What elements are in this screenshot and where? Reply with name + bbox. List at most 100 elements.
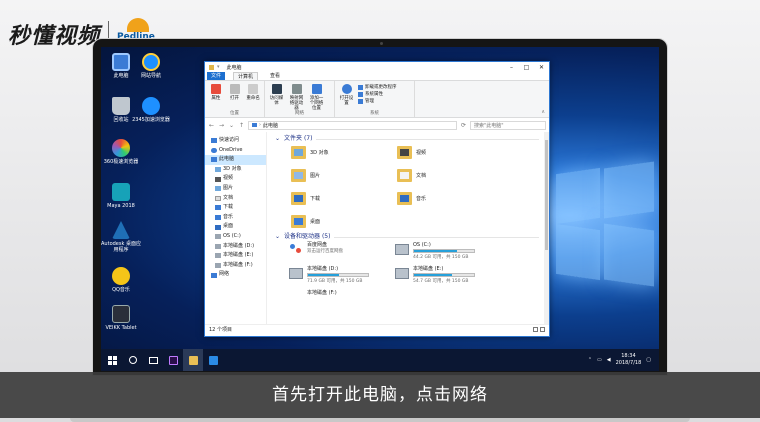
details-view-icon[interactable] bbox=[533, 327, 538, 332]
vertical-scrollbar[interactable] bbox=[544, 132, 549, 324]
drive-f[interactable]: 本地磁盘 (F:) bbox=[289, 290, 395, 310]
item-count: 12 个项目 bbox=[209, 327, 232, 333]
desktop-icon-qq-music[interactable]: QQ音乐 bbox=[101, 267, 141, 293]
chevron-up-icon[interactable]: ⌃ bbox=[588, 357, 592, 363]
tab-computer[interactable]: 计算机 bbox=[233, 72, 259, 80]
nav-item-drive-c[interactable]: OS (C:) bbox=[205, 232, 266, 242]
document-icon bbox=[397, 169, 412, 182]
cloud-icon bbox=[211, 147, 217, 153]
desktop-icon-maya[interactable]: Maya 2018 bbox=[101, 183, 141, 209]
taskbar-app-explorer[interactable] bbox=[183, 349, 203, 371]
collapse-ribbon-icon[interactable]: ∧ bbox=[541, 109, 545, 115]
ribbon-group-name: 系统 bbox=[370, 111, 379, 116]
maximize-button[interactable]: □ bbox=[519, 64, 534, 71]
start-button[interactable] bbox=[101, 349, 123, 371]
drive-free-space: 71.9 GB 可用，共 150 GB bbox=[307, 279, 363, 284]
desktop-icon-veikk[interactable]: VEIKK Tablet bbox=[101, 305, 141, 331]
cloud-icon bbox=[289, 244, 303, 254]
desktop-icon-site-nav[interactable]: 网站导航 bbox=[131, 53, 171, 79]
clock[interactable]: 18:34 2018/7/18 bbox=[616, 353, 642, 367]
close-button[interactable]: ✕ bbox=[534, 64, 549, 71]
folder-music[interactable]: 音乐 bbox=[397, 190, 503, 207]
folder-videos[interactable]: 视频 bbox=[397, 144, 503, 161]
search-button[interactable] bbox=[123, 349, 143, 371]
drive-usage-fill bbox=[414, 274, 453, 276]
folder-pictures[interactable]: 图片 bbox=[291, 167, 397, 184]
uninstall-program-link[interactable]: 卸载或更改程序 bbox=[358, 84, 397, 91]
network-drive-icon bbox=[291, 84, 302, 94]
tab-file[interactable]: 文件 bbox=[207, 72, 226, 80]
button-label: 映射网络驱动器 bbox=[289, 96, 304, 111]
drive-d[interactable]: 本地磁盘 (D:) 71.9 GB 可用，共 150 GB bbox=[289, 266, 395, 286]
nav-item-drive-e[interactable]: 本地磁盘 (E:) bbox=[205, 251, 266, 261]
nav-item-drive-d[interactable]: 本地磁盘 (D:) bbox=[205, 242, 266, 252]
folder-label: 3D 对象 bbox=[310, 150, 329, 156]
desktop-icon-label: Autodesk 桌面应用程序 bbox=[101, 241, 141, 253]
cube-icon bbox=[215, 167, 221, 173]
star-icon bbox=[211, 138, 217, 144]
drive-e[interactable]: 本地磁盘 (E:) 54.7 GB 可用，共 150 GB bbox=[395, 266, 501, 286]
address-field[interactable]: › 此电脑 bbox=[248, 120, 457, 130]
uninstall-icon bbox=[358, 85, 363, 90]
network-icon[interactable]: ▭ bbox=[597, 357, 602, 363]
group-header-folders[interactable]: ⌄ 文件夹 (7) bbox=[275, 134, 549, 144]
desktop-icon-autodesk[interactable]: Autodesk 桌面应用程序 bbox=[101, 221, 141, 253]
nav-item-videos[interactable]: 视频 bbox=[205, 174, 266, 184]
back-arrow-icon[interactable]: ← bbox=[208, 122, 215, 129]
picture-icon bbox=[291, 169, 306, 182]
video-icon bbox=[397, 146, 412, 159]
ie-icon bbox=[142, 97, 160, 115]
title-bar[interactable]: ▾ 此电脑 – □ ✕ bbox=[205, 62, 549, 72]
windows-start-icon bbox=[107, 355, 117, 365]
drive-baidu-netdisk[interactable]: 百度网盘 双击运行百度网盘 bbox=[289, 242, 395, 262]
desktop-icon bbox=[291, 215, 306, 228]
large-icons-view-icon[interactable] bbox=[540, 327, 545, 332]
nav-label: 本地磁盘 (F:) bbox=[223, 261, 253, 268]
taskbar-app-screen-tool[interactable] bbox=[203, 349, 223, 371]
minimize-button[interactable]: – bbox=[504, 64, 519, 71]
button-label: 打开设置 bbox=[339, 96, 354, 106]
desktop-icon-label: 360极速浏览器 bbox=[103, 159, 139, 165]
folder-3d-objects[interactable]: 3D 对象 bbox=[291, 144, 397, 161]
drive-icon bbox=[215, 263, 221, 269]
nav-item-pictures[interactable]: 图片 bbox=[205, 184, 266, 194]
group-header-devices[interactable]: ⌄ 设备和驱动器 (5) bbox=[275, 232, 549, 242]
nav-item-documents[interactable]: 文档 bbox=[205, 194, 266, 204]
ribbon-spacer: ∧ bbox=[415, 81, 549, 117]
browser-icon bbox=[112, 139, 130, 157]
nav-item-quick-access[interactable]: 快速访问 bbox=[205, 136, 266, 146]
nav-item-music[interactable]: 音乐 bbox=[205, 213, 266, 223]
folder-downloads[interactable]: 下载 bbox=[291, 190, 397, 207]
search-input[interactable]: 搜索"此电脑" bbox=[470, 120, 546, 130]
taskbar-app-premiere[interactable] bbox=[163, 349, 183, 371]
notification-icon[interactable]: ▢ bbox=[646, 357, 651, 363]
desktop-icon-2345-browser[interactable]: 2345加速浏览器 bbox=[131, 97, 171, 123]
refresh-icon[interactable]: ⟳ bbox=[460, 122, 467, 129]
folder-desktop[interactable]: 桌面 bbox=[291, 213, 397, 230]
forward-arrow-icon[interactable]: → bbox=[218, 122, 225, 129]
tab-view[interactable]: 查看 bbox=[266, 72, 284, 80]
volume-icon[interactable]: ◀ bbox=[607, 357, 611, 363]
manage-link[interactable]: 管理 bbox=[358, 98, 397, 105]
nav-item-desktop[interactable]: 桌面 bbox=[205, 222, 266, 232]
task-view-button[interactable] bbox=[143, 349, 163, 371]
desktop-icon-label: 网站导航 bbox=[140, 73, 161, 79]
nav-item-onedrive[interactable]: OneDrive bbox=[205, 146, 266, 156]
desktop-icon-360-browser[interactable]: 360极速浏览器 bbox=[101, 139, 141, 165]
folder-documents[interactable]: 文档 bbox=[397, 167, 503, 184]
drive-c[interactable]: OS (C:) 44.2 GB 可用，共 150 GB bbox=[395, 242, 501, 262]
button-label: 属性 bbox=[211, 96, 221, 101]
clock-date: 2018/7/18 bbox=[615, 360, 642, 366]
nav-item-drive-f[interactable]: 本地磁盘 (F:) bbox=[205, 261, 266, 271]
nav-item-3d-objects[interactable]: 3D 对象 bbox=[205, 165, 266, 175]
download-icon bbox=[291, 192, 306, 205]
quick-access-toolbar[interactable]: ▾ bbox=[217, 64, 220, 70]
system-tray: ⌃ ▭ ◀ 18:34 2018/7/18 ▢ bbox=[588, 353, 659, 367]
system-properties-link[interactable]: 系统属性 bbox=[358, 91, 397, 98]
nav-item-network[interactable]: 网络 bbox=[205, 270, 266, 280]
nav-item-this-pc[interactable]: 此电脑 bbox=[205, 155, 266, 165]
up-arrow-icon[interactable]: ↑ bbox=[238, 122, 245, 129]
scrollbar-thumb[interactable] bbox=[545, 140, 548, 250]
nav-item-downloads[interactable]: 下载 bbox=[205, 203, 266, 213]
chevron-down-icon[interactable]: ⌄ bbox=[228, 122, 235, 129]
